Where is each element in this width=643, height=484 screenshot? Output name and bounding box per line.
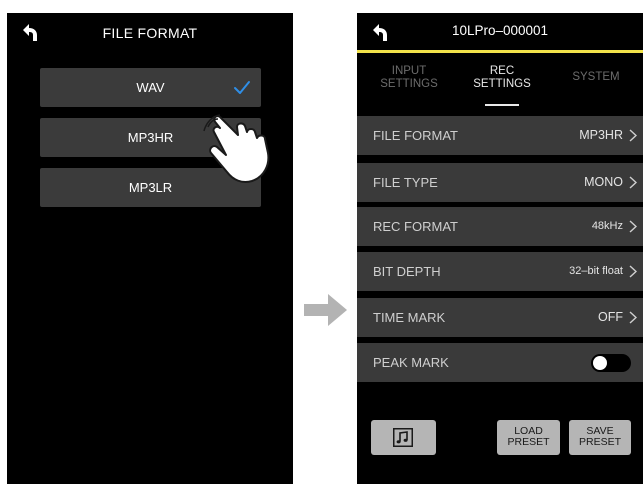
row-label: TIME MARK bbox=[373, 310, 446, 325]
save-preset-button[interactable]: SAVE PRESET bbox=[569, 420, 631, 455]
row-label: FILE TYPE bbox=[373, 175, 438, 190]
row-bit-depth[interactable]: BIT DEPTH 32–bit float bbox=[357, 252, 643, 291]
chevron-right-icon bbox=[629, 176, 637, 189]
row-value: MONO bbox=[584, 175, 623, 189]
row-label: FILE FORMAT bbox=[373, 128, 458, 143]
peak-mark-toggle[interactable] bbox=[591, 354, 631, 372]
chevron-right-icon bbox=[629, 220, 637, 233]
tab-label-line2: SETTINGS bbox=[473, 78, 531, 90]
option-label: MP3HR bbox=[127, 130, 174, 145]
device-name: 10LPro–000001 bbox=[451, 23, 549, 38]
tab-label-line2: SETTINGS bbox=[380, 78, 438, 90]
row-file-format[interactable]: FILE FORMAT MP3HR bbox=[357, 116, 643, 155]
chevron-right-icon bbox=[629, 129, 637, 142]
row-label: PEAK MARK bbox=[373, 355, 449, 370]
rec-settings-screen: 10LPro–000001 INPUT SETTINGS REC SETTING… bbox=[357, 13, 643, 484]
file-format-screen: FILE FORMAT WAV MP3HR MP3LR bbox=[7, 13, 293, 484]
pointing-hand-icon bbox=[203, 114, 270, 183]
tab-system[interactable]: SYSTEM bbox=[551, 71, 641, 84]
row-label: REC FORMAT bbox=[373, 219, 458, 234]
tab-label-line1: REC bbox=[489, 65, 515, 77]
button-label-line2: PRESET bbox=[507, 436, 550, 448]
button-label-line1: LOAD bbox=[514, 425, 543, 437]
row-time-mark[interactable]: TIME MARK OFF bbox=[357, 298, 643, 337]
row-rec-format[interactable]: REC FORMAT 48kHz bbox=[357, 207, 643, 246]
tab-label-line1: INPUT bbox=[391, 65, 427, 77]
tab-label-line1: SYSTEM bbox=[572, 71, 620, 83]
load-preset-button[interactable]: LOAD PRESET bbox=[497, 420, 560, 455]
music-note-icon bbox=[393, 428, 413, 447]
option-label: MP3LR bbox=[128, 180, 173, 195]
toggle-knob bbox=[593, 356, 607, 370]
row-value: MP3HR bbox=[579, 128, 623, 142]
title-accent-line bbox=[357, 50, 643, 53]
row-value: 32–bit float bbox=[569, 265, 623, 277]
row-file-type[interactable]: FILE TYPE MONO bbox=[357, 163, 643, 202]
checkmark-icon bbox=[234, 81, 250, 94]
button-label-line1: SAVE bbox=[586, 425, 614, 437]
button-label-line2: PRESET bbox=[578, 436, 621, 448]
music-button[interactable] bbox=[371, 420, 436, 455]
active-tab-indicator bbox=[485, 104, 519, 106]
row-value: 48kHz bbox=[591, 220, 623, 232]
row-label: BIT DEPTH bbox=[373, 264, 441, 279]
row-value: OFF bbox=[598, 310, 623, 324]
right-arrow-icon bbox=[304, 294, 347, 326]
tab-input-settings[interactable]: INPUT SETTINGS bbox=[364, 65, 454, 91]
chevron-right-icon bbox=[629, 265, 637, 278]
chevron-right-icon bbox=[629, 311, 637, 324]
format-option-wav[interactable]: WAV bbox=[40, 68, 261, 107]
screen-title: FILE FORMAT bbox=[102, 25, 198, 41]
row-peak-mark: PEAK MARK bbox=[357, 343, 643, 382]
option-label: WAV bbox=[136, 80, 165, 95]
tab-rec-settings[interactable]: REC SETTINGS bbox=[457, 65, 547, 91]
